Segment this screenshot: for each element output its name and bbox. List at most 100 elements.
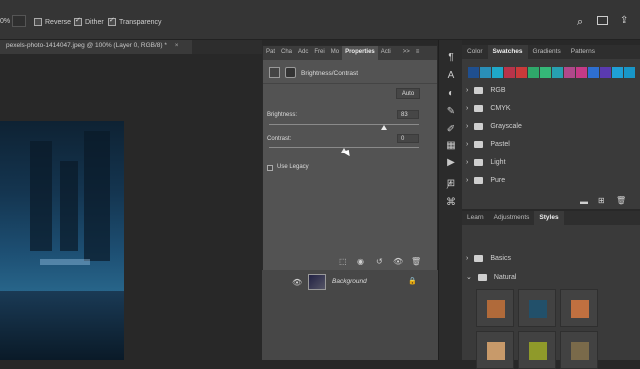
tab-modifiers[interactable]: Mo	[328, 46, 342, 60]
layer-name[interactable]: Background	[332, 278, 367, 285]
swatch[interactable]	[588, 67, 599, 78]
swatch-group-pastel[interactable]: › Pastel	[466, 141, 510, 148]
tab-adjustments[interactable]: Adjustments	[489, 211, 535, 225]
brightness-value-field[interactable]: 83	[397, 110, 419, 119]
brightness-label: Brightness:	[267, 112, 298, 118]
clip-to-layer-icon[interactable]: ⬚	[339, 257, 347, 266]
swatch-group-rgb[interactable]: › RGB	[466, 87, 506, 94]
paragraph-icon[interactable]: ¶	[445, 52, 457, 64]
style-preview	[571, 300, 589, 318]
gradient-type-box[interactable]	[12, 15, 26, 27]
new-swatch-icon[interactable]: ⊞	[598, 196, 605, 205]
transparency-checkbox[interactable]	[108, 16, 116, 26]
zoom-value[interactable]: 0%	[0, 18, 10, 25]
tab-styles[interactable]: Styles	[534, 211, 564, 225]
histogram-icon[interactable]: ▦	[445, 140, 457, 152]
swatch[interactable]	[612, 67, 623, 78]
tab-swatches[interactable]: Swatches	[487, 45, 528, 59]
style-group-basics[interactable]: › Basics	[466, 255, 511, 262]
style-tile[interactable]	[560, 289, 598, 327]
swatch[interactable]	[552, 67, 563, 78]
style-tile[interactable]	[518, 331, 556, 369]
tab-channels[interactable]: Cha	[278, 46, 295, 60]
swatch-group-label: RGB	[490, 87, 506, 94]
tab-properties[interactable]: Properties	[342, 46, 378, 60]
swatch-group-label: Grayscale	[490, 123, 522, 130]
delete-swatch-icon[interactable]: 🗑	[616, 196, 626, 205]
style-preview	[529, 300, 547, 318]
contrast-value-field[interactable]: 0	[397, 134, 419, 143]
tab-adjustments-short[interactable]: Adc	[295, 46, 311, 60]
brightness-slider-track[interactable]	[269, 124, 419, 125]
folder-icon	[474, 123, 484, 130]
canvas-image[interactable]	[0, 121, 124, 360]
brightness-slider-thumb[interactable]	[381, 125, 387, 130]
swatch[interactable]	[492, 67, 503, 78]
properties-tab-bar: Pat Cha Adc Frei Mo Properties Acti >> ≡	[263, 46, 437, 60]
transparency-option[interactable]: Transparency	[108, 16, 162, 26]
brush-presets-icon[interactable]: ╱	[443, 180, 455, 192]
style-tile[interactable]	[476, 289, 514, 327]
options-bar: 0% Reverse Dither Transparency ⌕ ⇪	[0, 0, 640, 40]
swatch-group-cmyk[interactable]: › CMYK	[466, 105, 511, 112]
workspace-icon[interactable]	[597, 16, 608, 25]
reverse-checkbox[interactable]	[34, 18, 42, 26]
building-shape	[84, 131, 110, 261]
style-tile[interactable]	[476, 331, 514, 369]
adjustment-layer-icon	[269, 67, 280, 78]
dither-checkbox[interactable]	[74, 16, 82, 26]
folder-icon	[474, 87, 484, 94]
brush-icon[interactable]: ✎	[445, 106, 457, 118]
style-tile[interactable]	[560, 331, 598, 369]
styles-panel: Learn Adjustments Styles › Basics ⌄ Natura…	[462, 211, 640, 369]
clone-source-icon[interactable]: ✐	[445, 124, 457, 136]
panel-menu-icon[interactable]: ≡	[413, 46, 423, 60]
search-icon[interactable]: ⌕	[577, 16, 583, 29]
reverse-option[interactable]: Reverse	[34, 18, 71, 26]
swatches-panel: Color Swatches Gradients Patterns › RGB ›…	[462, 45, 640, 209]
folder-icon	[474, 141, 484, 148]
tab-actions[interactable]: Acti	[378, 46, 394, 60]
reset-icon[interactable]: ↺	[376, 257, 383, 266]
swatch[interactable]	[540, 67, 551, 78]
tab-learn[interactable]: Learn	[462, 211, 489, 225]
style-group-natural[interactable]: ⌄ Natural	[466, 273, 516, 281]
style-tile[interactable]	[518, 289, 556, 327]
dither-option[interactable]: Dither	[74, 16, 104, 26]
tool-presets-icon[interactable]: ⌘	[445, 197, 457, 209]
tab-paths[interactable]: Pat	[263, 46, 278, 60]
close-tab-icon[interactable]: ×	[175, 42, 179, 49]
share-icon[interactable]: ⇪	[620, 15, 628, 26]
swatch[interactable]	[528, 67, 539, 78]
swatch[interactable]	[468, 67, 479, 78]
swatch-group-light[interactable]: › Light	[466, 159, 506, 166]
view-previous-icon[interactable]: ◉	[357, 257, 364, 266]
collapse-panel-icon[interactable]: >>	[400, 46, 413, 60]
delete-icon[interactable]: 🗑	[411, 257, 421, 266]
swatch[interactable]	[480, 67, 491, 78]
color-sampler-icon[interactable]: ◐	[445, 88, 457, 100]
swatch[interactable]	[564, 67, 575, 78]
play-icon[interactable]: ▶	[445, 157, 457, 169]
use-legacy-checkbox[interactable]	[267, 165, 273, 172]
tab-patterns[interactable]: Patterns	[566, 45, 600, 59]
visibility-icon[interactable]: 👁	[393, 257, 403, 266]
swatch[interactable]	[624, 67, 635, 78]
layer-visibility-icon[interactable]: 👁	[292, 278, 302, 287]
swatch[interactable]	[504, 67, 515, 78]
swatch[interactable]	[600, 67, 611, 78]
swatch-group-pure[interactable]: › Pure	[466, 177, 505, 184]
tab-gradients[interactable]: Gradients	[528, 45, 566, 59]
layer-mask-icon[interactable]	[285, 67, 296, 78]
tab-color[interactable]: Color	[462, 45, 488, 59]
swatch-group-grayscale[interactable]: › Grayscale	[466, 123, 522, 130]
document-tab[interactable]: pexels-photo-1414047.jpeg @ 100% (Layer …	[0, 40, 192, 54]
folder-icon	[474, 105, 484, 112]
new-group-icon[interactable]: ▬	[580, 197, 588, 206]
layer-lock-icon[interactable]: 🔒	[408, 277, 417, 285]
auto-button[interactable]: Auto	[396, 88, 420, 99]
tab-freeform[interactable]: Frei	[311, 46, 327, 60]
swatch[interactable]	[576, 67, 587, 78]
character-icon[interactable]: A	[445, 70, 457, 82]
swatch[interactable]	[516, 67, 527, 78]
